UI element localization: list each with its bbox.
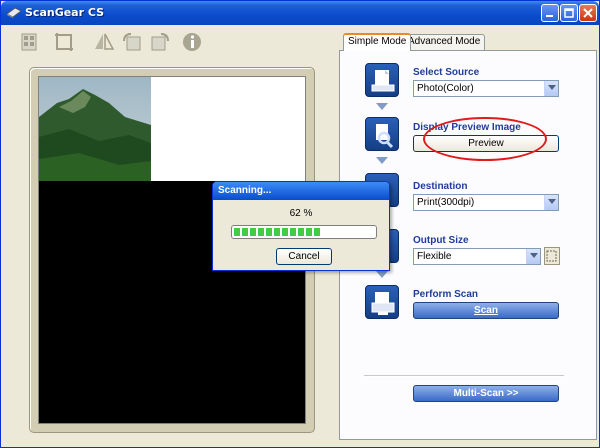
output-size-select-value: Flexible	[417, 251, 452, 262]
scanner-app-icon	[6, 7, 22, 18]
maximize-icon	[564, 8, 574, 18]
info-icon[interactable]	[181, 31, 203, 53]
chevron-down-icon	[530, 253, 538, 258]
tab-simple-mode[interactable]: Simple Mode	[343, 33, 412, 51]
progress-percent: 62 %	[289, 208, 313, 219]
mirror-icon[interactable]	[93, 31, 115, 53]
chevron-down-icon	[548, 85, 556, 90]
scan-button[interactable]: Scan	[413, 302, 559, 319]
multi-scan-button[interactable]: Multi-Scan >>	[413, 385, 559, 402]
output-size-dropdown-button[interactable]	[526, 249, 540, 264]
source-select-value: Photo(Color)	[417, 83, 474, 94]
output-size-settings-icon[interactable]	[544, 247, 560, 265]
cancel-button[interactable]: Cancel	[276, 248, 332, 265]
title-bar[interactable]: ScanGear CS	[1, 1, 599, 25]
maximize-button[interactable]	[560, 4, 578, 22]
minimize-icon	[546, 15, 553, 17]
preview-toolbar	[5, 27, 331, 61]
progress-fill	[234, 228, 321, 236]
rotate-right-icon[interactable]	[149, 31, 171, 53]
output-size-select[interactable]: Flexible	[413, 248, 541, 265]
scangear-window: ScanGear CS Simple Mode Advanced Mode Se…	[0, 0, 600, 448]
scan-button-label: Scan	[474, 305, 498, 316]
perform-scan-label: Perform Scan	[413, 289, 479, 300]
perform-scan-icon	[365, 285, 399, 319]
step-arrow-icon	[376, 157, 388, 164]
step-arrow-icon	[376, 271, 388, 278]
destination-dropdown-button[interactable]	[544, 195, 558, 210]
tab-advanced-mode[interactable]: Advanced Mode	[403, 34, 486, 50]
output-size-label: Output Size	[413, 235, 469, 246]
preview-photo	[39, 77, 151, 181]
select-source-icon	[365, 63, 399, 97]
thumbnail-icon[interactable]	[19, 31, 41, 53]
destination-label: Destination	[413, 181, 468, 192]
progress-bar	[231, 225, 377, 239]
close-icon	[583, 8, 593, 18]
select-source-label: Select Source	[413, 67, 480, 78]
crop-icon[interactable]	[53, 31, 75, 53]
destination-select-value: Print(300dpi)	[417, 197, 475, 208]
rotate-left-icon[interactable]	[121, 31, 143, 53]
chevron-down-icon	[548, 199, 556, 204]
window-title: ScanGear CS	[25, 6, 105, 19]
scanning-dialog: Scanning... 62 % Cancel	[212, 181, 390, 271]
destination-select[interactable]: Print(300dpi)	[413, 194, 559, 211]
panel-divider	[364, 375, 564, 377]
close-button[interactable]	[579, 4, 597, 22]
dialog-title[interactable]: Scanning...	[213, 182, 389, 200]
source-select[interactable]: Photo(Color)	[413, 80, 559, 97]
step-arrow-icon	[376, 103, 388, 110]
source-dropdown-button[interactable]	[544, 81, 558, 96]
preview-step-icon	[365, 117, 399, 151]
minimize-button[interactable]	[541, 4, 559, 22]
highlight-annotation	[423, 117, 547, 161]
